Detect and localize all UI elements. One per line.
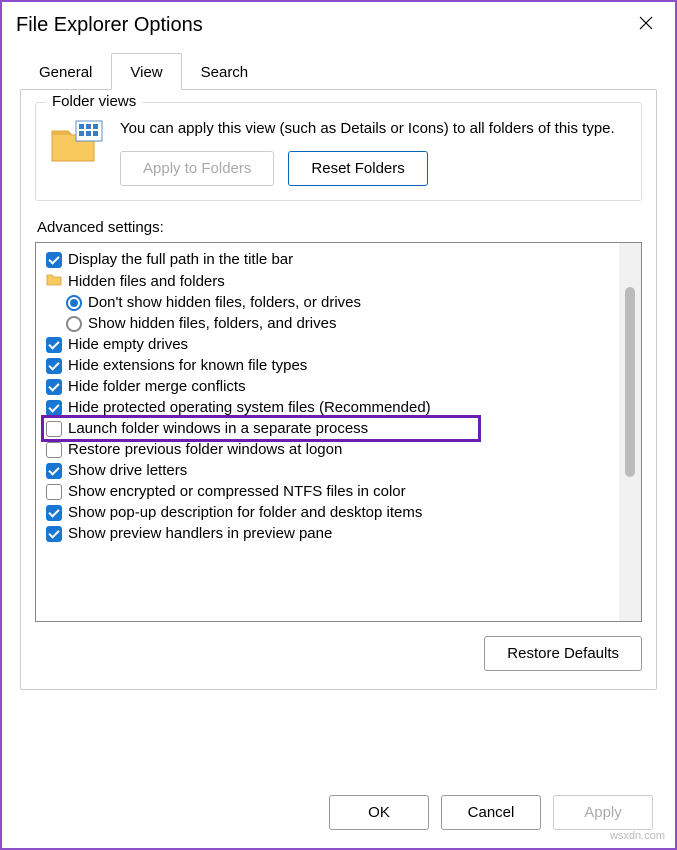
scrollbar[interactable] — [619, 243, 641, 621]
folder-icon — [46, 272, 62, 290]
folder-views-label: Folder views — [46, 93, 142, 110]
tree-item-label: Show pop-up description for folder and d… — [68, 504, 422, 521]
scrollbar-thumb[interactable] — [625, 287, 635, 477]
tree-item-label: Launch folder windows in a separate proc… — [68, 420, 368, 437]
checkbox[interactable] — [46, 252, 62, 268]
tree-item[interactable]: Hidden files and folders — [42, 270, 619, 292]
tree-item-label: Hidden files and folders — [68, 273, 225, 290]
checkbox[interactable] — [46, 379, 62, 395]
reset-folders-button[interactable]: Reset Folders — [288, 151, 427, 186]
tree-item[interactable]: Show encrypted or compressed NTFS files … — [42, 481, 619, 502]
radio[interactable] — [66, 295, 82, 311]
checkbox[interactable] — [46, 421, 62, 437]
folder-views-group: Folder views You can apply this view (su… — [35, 102, 642, 201]
tab-view[interactable]: View — [111, 53, 181, 90]
tree-item-label: Restore previous folder windows at logon — [68, 441, 342, 458]
tab-general[interactable]: General — [20, 53, 111, 90]
tree-item-label: Display the full path in the title bar — [68, 251, 293, 268]
tree-item-label: Don't show hidden files, folders, or dri… — [88, 294, 361, 311]
tree-item-label: Show encrypted or compressed NTFS files … — [68, 483, 406, 500]
window-title: File Explorer Options — [16, 14, 203, 37]
checkbox[interactable] — [46, 526, 62, 542]
tree-item-label: Hide protected operating system files (R… — [68, 399, 431, 416]
advanced-settings-list: Display the full path in the title bar Hi… — [35, 242, 642, 622]
watermark: wsxdn.com — [610, 830, 665, 842]
folder-views-icon — [50, 119, 106, 170]
tree-item[interactable]: Show pop-up description for folder and d… — [42, 502, 619, 523]
tree-item[interactable]: Don't show hidden files, folders, or dri… — [42, 292, 619, 313]
cancel-button[interactable]: Cancel — [441, 795, 541, 830]
tab-search[interactable]: Search — [182, 53, 268, 90]
tree-item[interactable]: Hide empty drives — [42, 334, 619, 355]
apply-button: Apply — [553, 795, 653, 830]
tree-item[interactable]: Hide folder merge conflicts — [42, 376, 619, 397]
tree-item-label: Hide extensions for known file types — [68, 357, 307, 374]
tree-item[interactable]: Display the full path in the title bar — [42, 249, 619, 270]
tree-item-label: Show drive letters — [68, 462, 187, 479]
radio[interactable] — [66, 316, 82, 332]
tree-item[interactable]: Launch folder windows in a separate proc… — [42, 418, 619, 439]
tree-item[interactable]: Hide protected operating system files (R… — [42, 397, 619, 418]
tree-item[interactable]: Show hidden files, folders, and drives — [42, 313, 619, 334]
tree-item-label: Show preview handlers in preview pane — [68, 525, 332, 542]
tree-item[interactable]: Hide extensions for known file types — [42, 355, 619, 376]
apply-to-folders-button: Apply to Folders — [120, 151, 274, 186]
advanced-settings-label: Advanced settings: — [37, 219, 642, 236]
folder-views-desc: You can apply this view (such as Details… — [120, 119, 627, 139]
tree-item[interactable]: Show preview handlers in preview pane — [42, 523, 619, 544]
close-icon[interactable] — [631, 12, 661, 39]
checkbox[interactable] — [46, 463, 62, 479]
tree-item-label: Hide empty drives — [68, 336, 188, 353]
tree-item-label: Hide folder merge conflicts — [68, 378, 246, 395]
tab-bar: General View Search — [2, 53, 675, 90]
tree-item-label: Show hidden files, folders, and drives — [88, 315, 336, 332]
tree-item[interactable]: Restore previous folder windows at logon — [42, 439, 619, 460]
restore-defaults-button[interactable]: Restore Defaults — [484, 636, 642, 671]
checkbox[interactable] — [46, 400, 62, 416]
view-panel: Folder views You can apply this view (su… — [20, 89, 657, 690]
ok-button[interactable]: OK — [329, 795, 429, 830]
checkbox[interactable] — [46, 505, 62, 521]
checkbox[interactable] — [46, 442, 62, 458]
checkbox[interactable] — [46, 358, 62, 374]
checkbox[interactable] — [46, 337, 62, 353]
checkbox[interactable] — [46, 484, 62, 500]
tree-item[interactable]: Show drive letters — [42, 460, 619, 481]
